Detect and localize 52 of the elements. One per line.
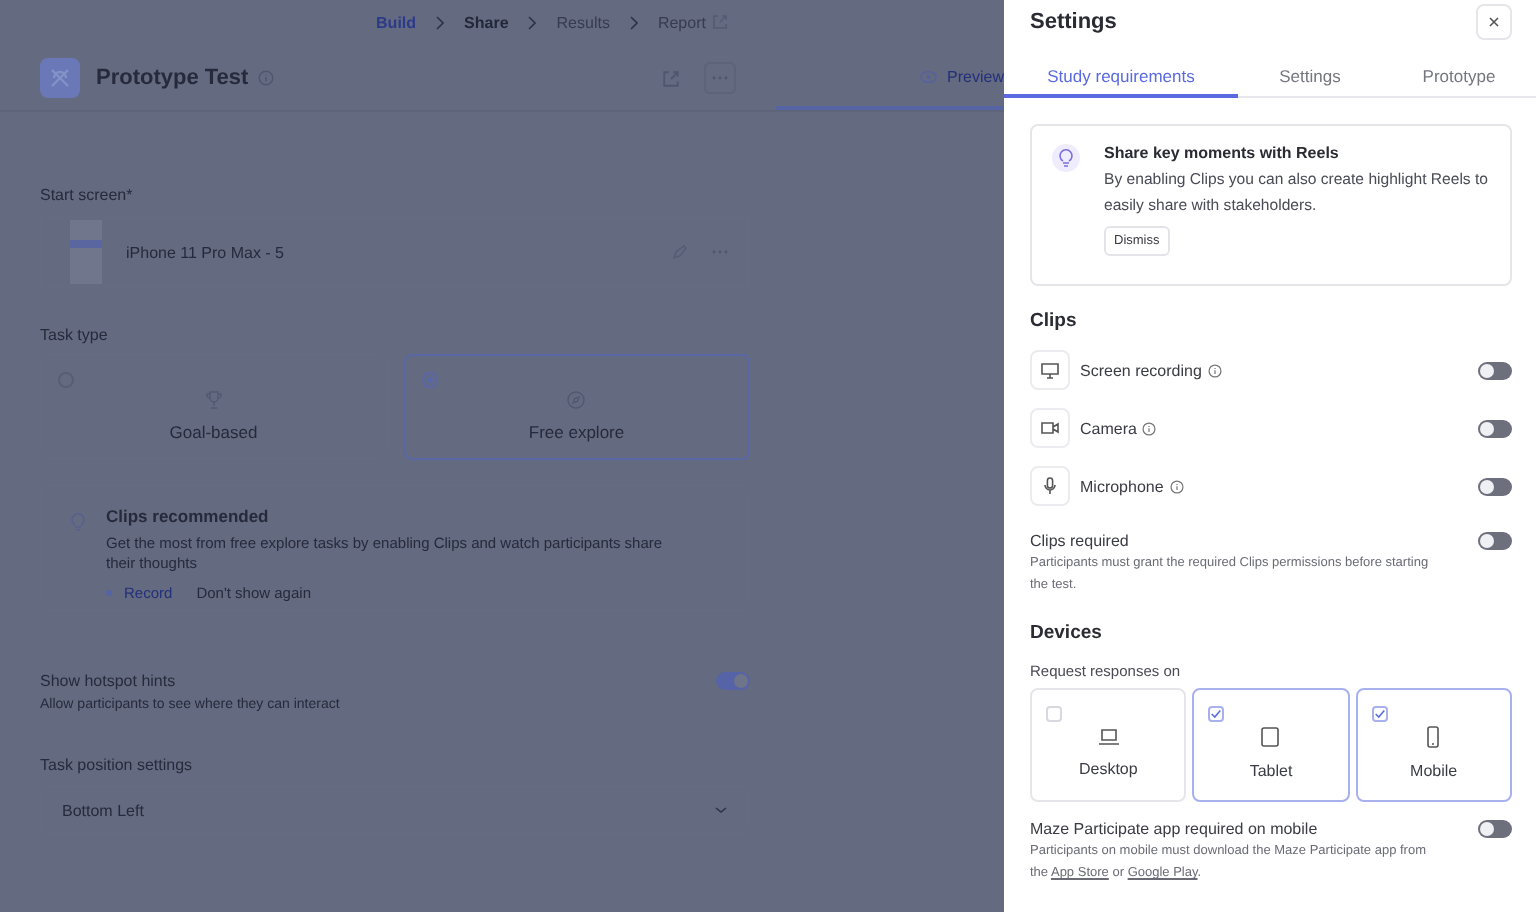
chevron-icon — [528, 15, 537, 29]
setting-label: Maze Participate app required on mobile — [1030, 820, 1320, 838]
microphone-icon — [1030, 466, 1070, 506]
device-option[interactable]: Desktop — [1030, 688, 1187, 802]
laptop-icon — [1097, 728, 1120, 746]
screen-thumbnail — [70, 220, 102, 284]
info-icon — [1142, 421, 1157, 435]
study-title: Prototype Test — [96, 66, 249, 90]
close-button[interactable] — [1476, 4, 1512, 40]
section-label: Task position settings — [40, 756, 195, 774]
toggle-switch[interactable] — [1478, 820, 1512, 838]
setting-label: Clips required — [1030, 532, 1131, 550]
toggle-switch[interactable] — [1478, 477, 1512, 495]
device-option[interactable]: Mobile — [1355, 688, 1512, 802]
breadcrumb-link[interactable]: Build — [376, 13, 417, 31]
panel-tab[interactable]: Settings — [1238, 44, 1382, 98]
chevron-icon — [436, 15, 445, 29]
toggle-switch[interactable] — [1478, 361, 1512, 379]
checkbox[interactable] — [1208, 706, 1225, 722]
device-option[interactable]: Tablet — [1192, 688, 1350, 802]
section-label: Task type — [40, 326, 110, 344]
clip-source-label: Microphone — [1080, 477, 1164, 495]
chevron-icon — [629, 15, 638, 29]
toggle-switch[interactable] — [1478, 532, 1512, 550]
section-heading: Clips — [1030, 310, 1079, 332]
panel-tab[interactable]: Study requirements — [1004, 44, 1238, 98]
checkbox[interactable] — [1371, 706, 1388, 722]
video-camera-icon — [1030, 408, 1070, 448]
info-icon — [1207, 363, 1222, 377]
info-icon — [1169, 479, 1184, 493]
panel-tab[interactable]: Prototype — [1382, 44, 1536, 98]
eye-icon — [920, 69, 938, 83]
toggle-switch[interactable] — [716, 672, 750, 690]
lightbulb-icon — [1052, 144, 1080, 172]
breadcrumb-link[interactable]: Share — [464, 13, 509, 31]
task-type-option[interactable]: Free explore — [403, 354, 750, 460]
study-logo-icon — [40, 58, 80, 98]
clip-source-label: Camera — [1080, 419, 1137, 437]
card-title: Share key moments with Reels — [1104, 144, 1339, 162]
chevron-down-icon — [714, 806, 728, 814]
mobile-phone-icon — [1426, 726, 1441, 748]
clip-source-label: Screen recording — [1080, 361, 1202, 379]
tablet-icon — [1260, 726, 1281, 748]
toggle-switch[interactable] — [1478, 419, 1512, 437]
radio-button[interactable] — [421, 372, 437, 388]
monitor-icon — [1030, 350, 1070, 390]
panel-title: Settings — [1030, 10, 1117, 34]
hint-title: Clips recommended — [106, 506, 271, 526]
close-icon — [1488, 16, 1500, 28]
section-heading: Devices — [1030, 622, 1104, 644]
section-label: Start screen* — [40, 186, 135, 204]
setting-label: Show hotspot hints — [40, 672, 178, 690]
